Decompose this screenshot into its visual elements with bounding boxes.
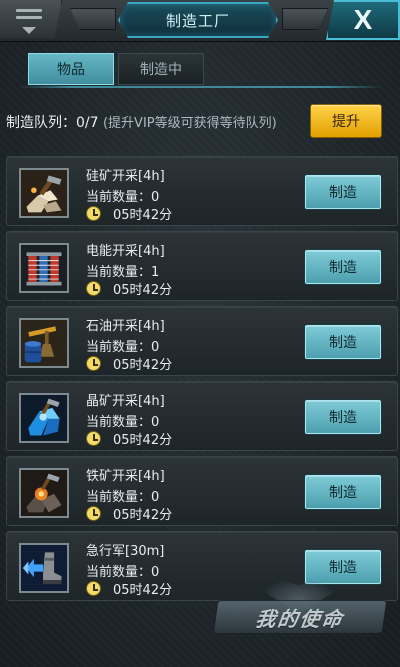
- clock-icon: [86, 355, 101, 371]
- tab-crafting[interactable]: 制造中: [118, 53, 204, 85]
- item-name: 硅矿开采[4h]: [86, 169, 165, 184]
- item-time: 05时42分: [113, 582, 173, 598]
- item-name: 铁矿开采[4h]: [86, 469, 165, 484]
- top-bar: 制造工厂 X: [0, 0, 400, 42]
- page-title: 制造工厂: [165, 11, 230, 30]
- header-decoration-right: [282, 8, 328, 30]
- iron-ore-icon: [19, 468, 69, 518]
- list-item: 铁矿开采[4h] 当前数量：0 05时42分 制造: [6, 456, 398, 526]
- oil-pump-icon: [19, 318, 69, 368]
- queue-count: 0/7: [76, 115, 99, 131]
- item-list: 硅矿开采[4h] 当前数量：0 05时42分 制造 电能开采[4h] 当前数量：…: [6, 156, 398, 606]
- item-name: 晶矿开采[4h]: [86, 394, 165, 409]
- craft-button[interactable]: 制造: [305, 475, 381, 509]
- item-time: 05时42分: [113, 282, 173, 298]
- title-plate: 制造工厂: [118, 2, 278, 38]
- craft-button[interactable]: 制造: [305, 175, 381, 209]
- power-coil-icon: [19, 243, 69, 293]
- list-item: 石油开采[4h] 当前数量：0 05时42分 制造: [6, 306, 398, 376]
- item-name: 急行军[30m]: [86, 544, 165, 559]
- header-decoration-left: [70, 8, 116, 30]
- close-icon: X: [353, 4, 373, 35]
- upgrade-button[interactable]: 提升: [310, 104, 382, 138]
- clock-icon: [86, 505, 101, 521]
- tab-bar: 物品 制造中: [28, 53, 204, 85]
- item-quantity: 当前数量：1: [86, 265, 160, 280]
- menu-icon: [16, 9, 42, 12]
- item-quantity: 当前数量：0: [86, 490, 160, 505]
- item-quantity: 当前数量：0: [86, 340, 160, 355]
- list-item: 硅矿开采[4h] 当前数量：0 05时42分 制造: [6, 156, 398, 226]
- tab-divider: [18, 86, 382, 88]
- clock-icon: [86, 580, 101, 596]
- craft-button[interactable]: 制造: [305, 250, 381, 284]
- silicon-ore-icon: [19, 168, 69, 218]
- list-item: 电能开采[4h] 当前数量：1 05时42分 制造: [6, 231, 398, 301]
- menu-button[interactable]: [0, 0, 62, 38]
- clock-icon: [86, 205, 101, 221]
- item-quantity: 当前数量：0: [86, 190, 160, 205]
- craft-button[interactable]: 制造: [305, 550, 381, 584]
- tab-items[interactable]: 物品: [28, 53, 114, 85]
- item-name: 石油开采[4h]: [86, 319, 165, 334]
- item-time: 05时42分: [113, 207, 173, 223]
- item-time: 05时42分: [113, 432, 173, 448]
- item-time: 05时42分: [113, 357, 173, 373]
- queue-row: 制造队列：0/7 (提升VIP等级可获得等待队列) 提升: [6, 104, 394, 138]
- chevron-down-icon: [22, 27, 36, 34]
- close-button[interactable]: X: [326, 0, 400, 40]
- queue-label: 制造队列：: [6, 115, 76, 131]
- clock-icon: [86, 280, 101, 296]
- march-boot-icon: [19, 543, 69, 593]
- item-name: 电能开采[4h]: [86, 244, 165, 259]
- clock-icon: [86, 430, 101, 446]
- queue-hint: (提升VIP等级可获得等待队列): [102, 116, 277, 131]
- list-item: 急行军[30m] 当前数量：0 05时42分 制造: [6, 531, 398, 601]
- item-quantity: 当前数量：0: [86, 415, 160, 430]
- item-time: 05时42分: [113, 507, 173, 523]
- crystal-ore-icon: [19, 393, 69, 443]
- item-quantity: 当前数量：0: [86, 565, 160, 580]
- list-item: 晶矿开采[4h] 当前数量：0 05时42分 制造: [6, 381, 398, 451]
- craft-button[interactable]: 制造: [305, 325, 381, 359]
- craft-button[interactable]: 制造: [305, 400, 381, 434]
